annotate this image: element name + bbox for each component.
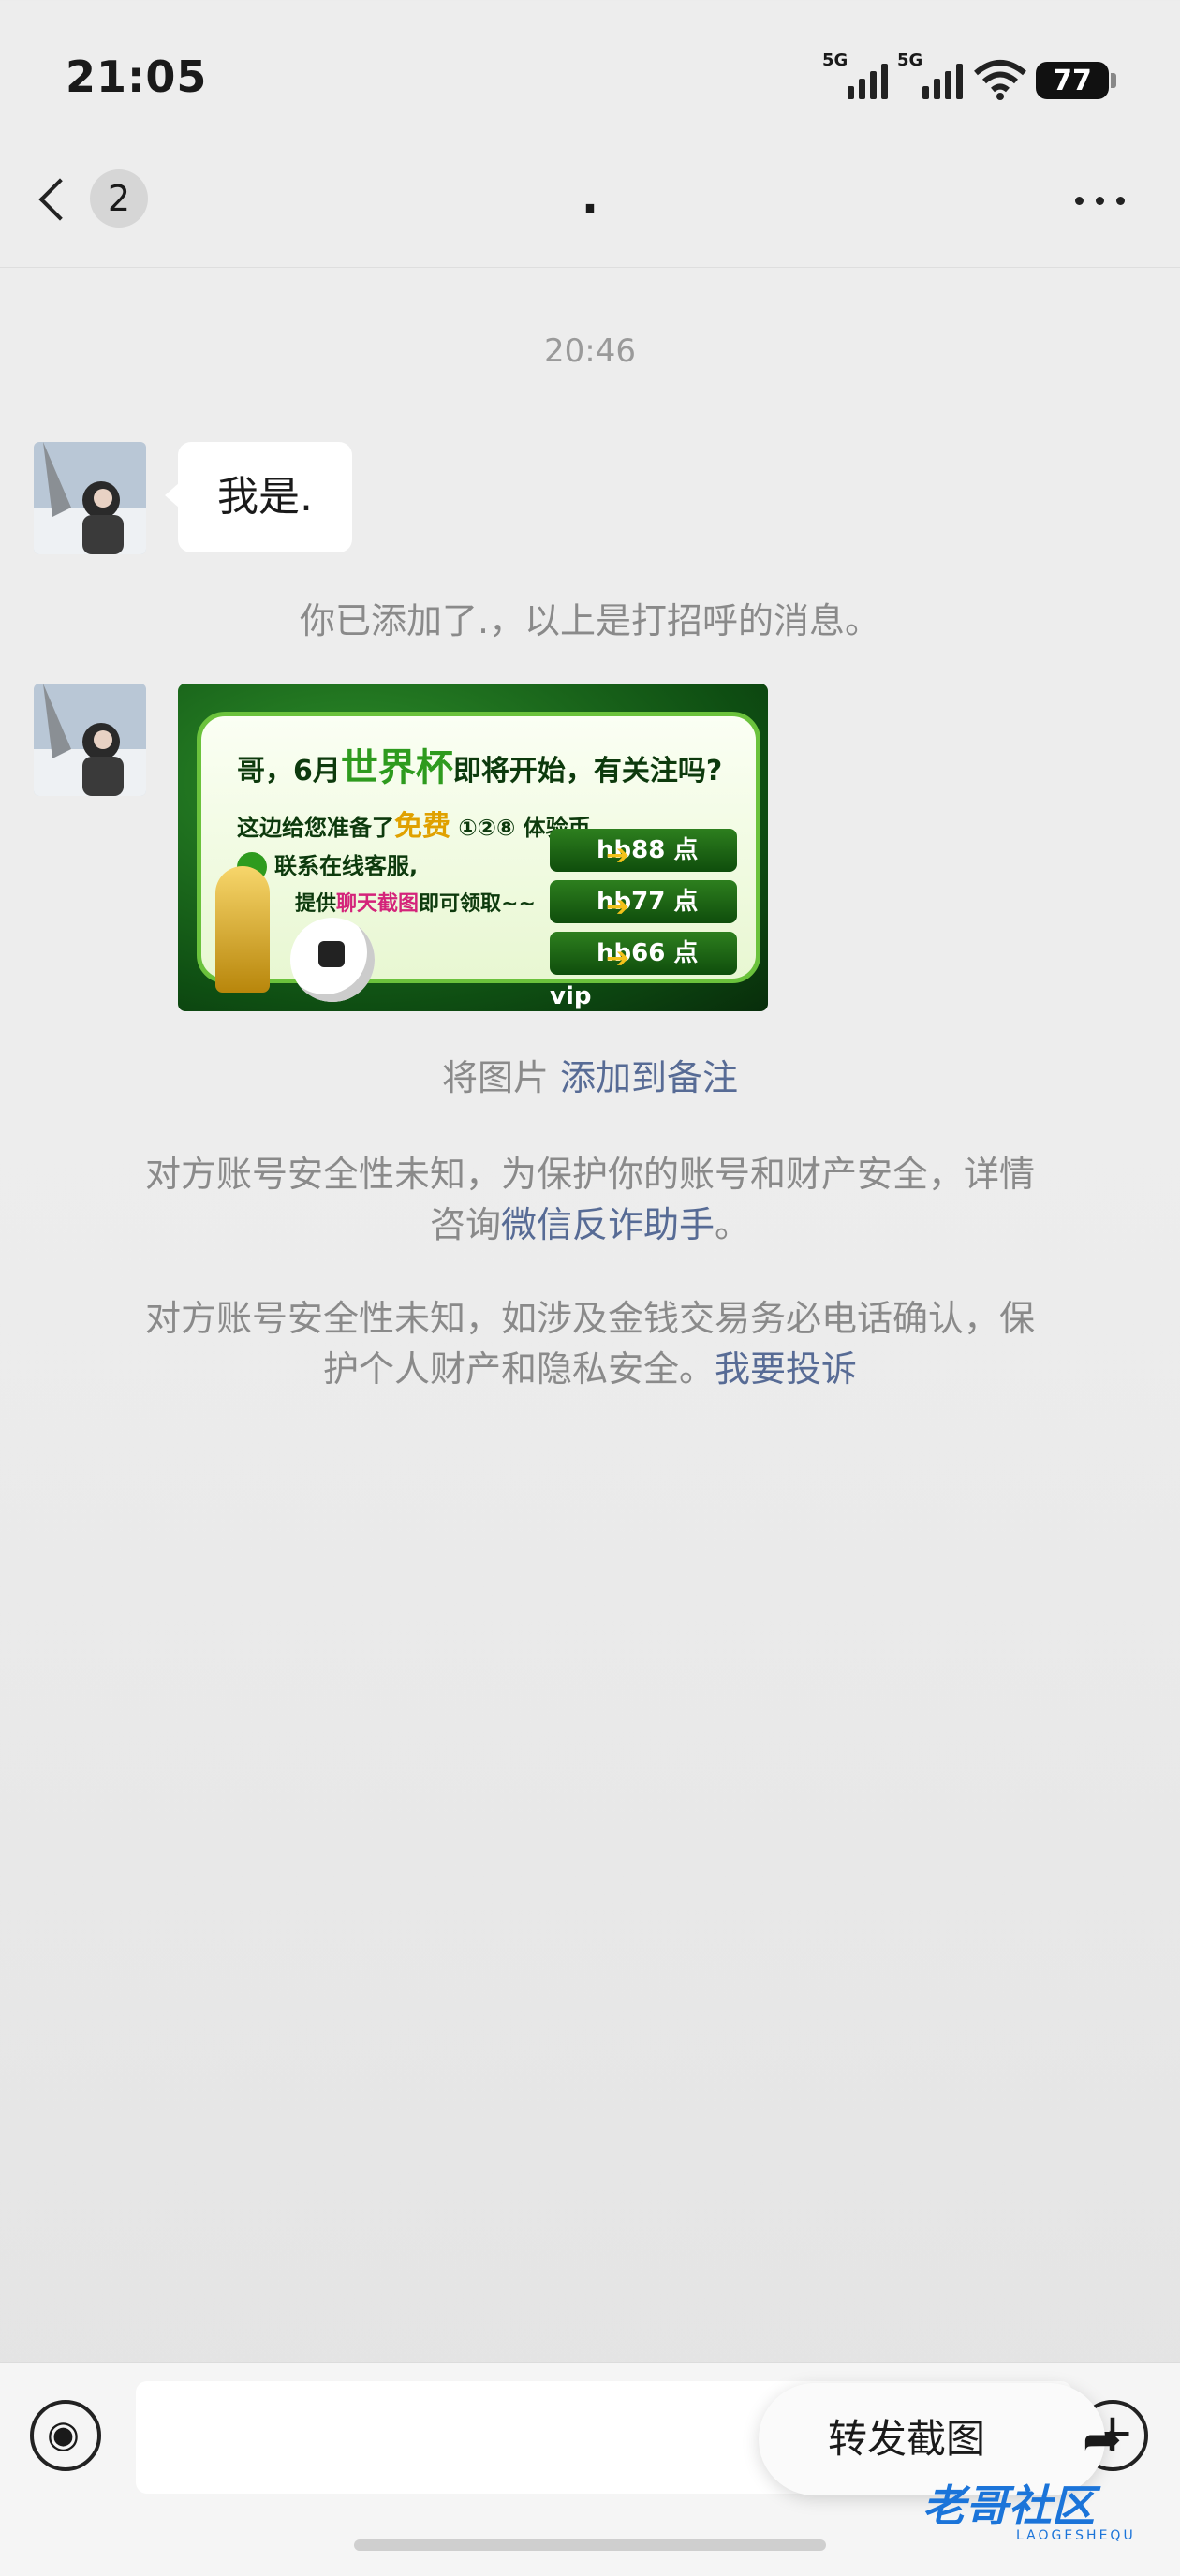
- promo-line-2: 这边给您准备了免费 ①②⑧ 体验币: [237, 810, 591, 843]
- battery-indicator: 77: [1036, 62, 1109, 99]
- anti-fraud-assistant-link[interactable]: 微信反诈助手: [501, 1204, 715, 1245]
- vip-button-hb66: ➔ hb66 点 vip: [550, 932, 737, 1010]
- status-time: 21:05: [66, 52, 208, 102]
- promo-card: 哥，6月世界杯即将开始，有关注吗? 这边给您准备了免费 ①②⑧ 体验币 联系在线…: [197, 712, 760, 1010]
- trophy-icon: [215, 866, 270, 993]
- battery-tip: [1111, 73, 1116, 88]
- back-button[interactable]: 2: [37, 169, 159, 235]
- report-link[interactable]: 我要投诉: [715, 1348, 857, 1390]
- security-notice-2: 对方账号安全性未知，如涉及金钱交易务必电话确认，保 护个人财产和隐私安全。我要投…: [144, 1298, 1035, 1390]
- added-notice: 你已添加了.，以上是打招呼的消息。: [299, 600, 881, 641]
- signal-1-icon: 5G: [822, 51, 888, 99]
- promo-image-message[interactable]: 哥，6月世界杯即将开始，有关注吗? 这边给您准备了免费 ①②⑧ 体验币 联系在线…: [178, 684, 768, 1011]
- unread-badge: 2: [90, 169, 148, 228]
- vip-button-hb77: ➔hb77 点 vip: [550, 880, 737, 959]
- avatar[interactable]: [34, 442, 146, 554]
- security-notice-1: 对方账号安全性未知，为保护你的账号和财产安全，详情 咨询微信反诈助手。: [144, 1154, 1035, 1245]
- chat-title: .: [581, 171, 599, 224]
- wifi-icon: [974, 60, 1026, 100]
- add-to-remark-link[interactable]: 添加到备注: [560, 1057, 738, 1098]
- watermark-sub: LAOGESHEQU: [1016, 2528, 1136, 2543]
- voice-icon[interactable]: ◉: [30, 2400, 101, 2471]
- message-bubble[interactable]: 我是.: [178, 442, 352, 552]
- home-indicator[interactable]: [354, 2539, 826, 2551]
- more-icon[interactable]: [1068, 192, 1133, 211]
- football-patch: [318, 941, 345, 967]
- promo-line-4: 提供聊天截图即可领取~~: [295, 892, 536, 916]
- signal-2-icon: 5G: [897, 51, 963, 99]
- message-timestamp: 20:46: [544, 332, 636, 370]
- vip-button-hb88: ➔hb88 点 vip: [550, 829, 737, 907]
- promo-line-1: 哥，6月世界杯即将开始，有关注吗?: [237, 746, 723, 789]
- image-note: 将图片 添加到备注: [441, 1057, 739, 1098]
- watermark-logo: 老哥社区: [922, 2480, 1095, 2531]
- avatar[interactable]: [34, 684, 146, 796]
- chat-header: 2 .: [0, 145, 1180, 268]
- chevron-left-icon: [38, 178, 81, 221]
